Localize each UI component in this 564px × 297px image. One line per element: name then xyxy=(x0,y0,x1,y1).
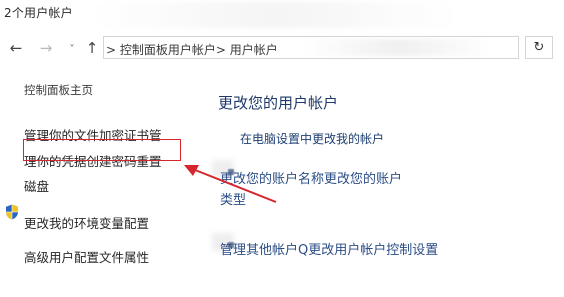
change-account-in-pc-settings-link[interactable]: 在电脑设置中更改我的帐户 xyxy=(240,130,384,147)
up-button[interactable]: ↑ xyxy=(82,37,102,59)
change-account-name-type-link[interactable]: 更改您的账户名称更改您的账户类型 xyxy=(220,169,410,211)
breadcrumb[interactable]: > 控制面板用户帐户> 用户帐户 xyxy=(106,41,278,58)
up-arrow-icon: ↑ xyxy=(85,39,99,57)
refresh-icon: ↻ xyxy=(533,40,545,55)
password-reset-disk-link[interactable]: 磁盘 xyxy=(24,176,49,195)
refresh-button[interactable]: ↻ xyxy=(525,36,553,59)
uac-shield-icon xyxy=(6,204,18,220)
left-task-pane: 控制面板主页 管理你的文件加密证书管 理你的凭据创建密码重置 磁盘 更改我的环境… xyxy=(0,70,200,297)
forward-arrow-icon: → xyxy=(39,39,53,57)
page-title: 更改您的用户帐户 xyxy=(218,94,339,112)
manage-other-accounts-link[interactable]: 管理其他帐户Q更改用户帐户控制设置 xyxy=(220,240,460,261)
address-bar[interactable]: > 控制面板用户帐户> 用户帐户 ˅ xyxy=(103,36,519,59)
back-button[interactable]: ← xyxy=(6,37,26,59)
advanced-profile-properties-link[interactable]: 高级用户配置文件属性 xyxy=(24,247,149,266)
manage-credentials-link[interactable]: 理你的凭据创建密码重置 xyxy=(24,151,162,170)
blurred-region xyxy=(96,2,456,28)
change-environment-variables-link[interactable]: 更改我的环境变量配置 xyxy=(24,213,149,232)
manage-encryption-certificates-link[interactable]: 管理你的文件加密证书管 xyxy=(24,125,162,144)
back-arrow-icon: ← xyxy=(9,39,23,57)
navigation-bar: ← → ˅ ↑ > 控制面板用户帐户> 用户帐户 ˅ ↻ xyxy=(0,32,564,64)
window-title: 2个用户帐户 xyxy=(4,6,73,20)
forward-button[interactable]: → xyxy=(36,37,56,59)
title-bar: 2个用户帐户 xyxy=(0,0,564,30)
control-panel-window: 2个用户帐户 ← → ˅ ↑ > 控制面板用户帐户> 用户帐户 ˅ ↻ 控制面板… xyxy=(0,0,564,297)
main-content: 更改您的用户帐户 在电脑设置中更改我的帐户 更改您的账户名称更改您的账户类型 管… xyxy=(200,70,564,297)
chevron-down-icon: ˅ xyxy=(69,43,75,55)
control-panel-home-link[interactable]: 控制面板主页 xyxy=(24,82,93,98)
blurred-region xyxy=(304,39,494,56)
recent-locations-button[interactable]: ˅ xyxy=(62,38,82,60)
